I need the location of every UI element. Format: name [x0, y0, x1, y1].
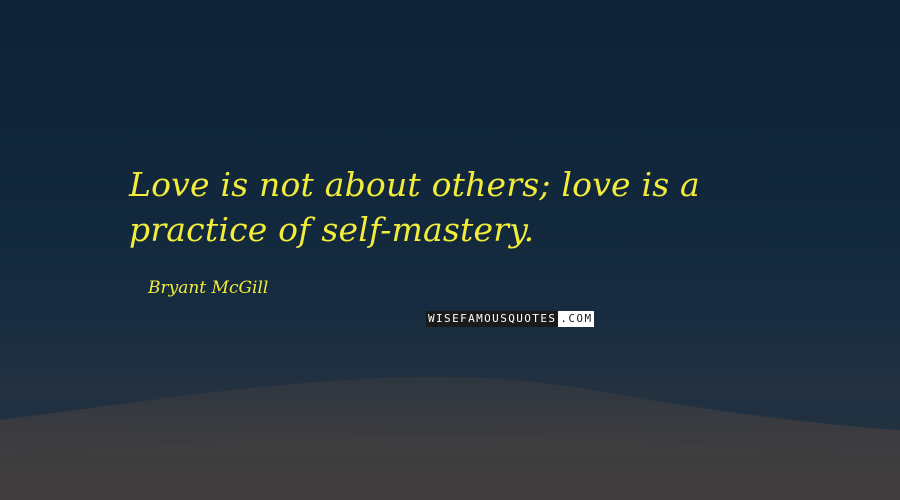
- quote-author: Bryant McGill: [148, 278, 269, 298]
- site-watermark: WISEFAMOUSQUOTES .COM: [422, 311, 598, 327]
- watermark-dark-part: WISEFAMOUSQUOTES: [426, 311, 559, 327]
- quote-text: Love is not about others; love is a prac…: [129, 165, 700, 249]
- watermark-light-part: .COM: [558, 311, 595, 327]
- quote-image: Love is not about others; love is a prac…: [0, 0, 900, 500]
